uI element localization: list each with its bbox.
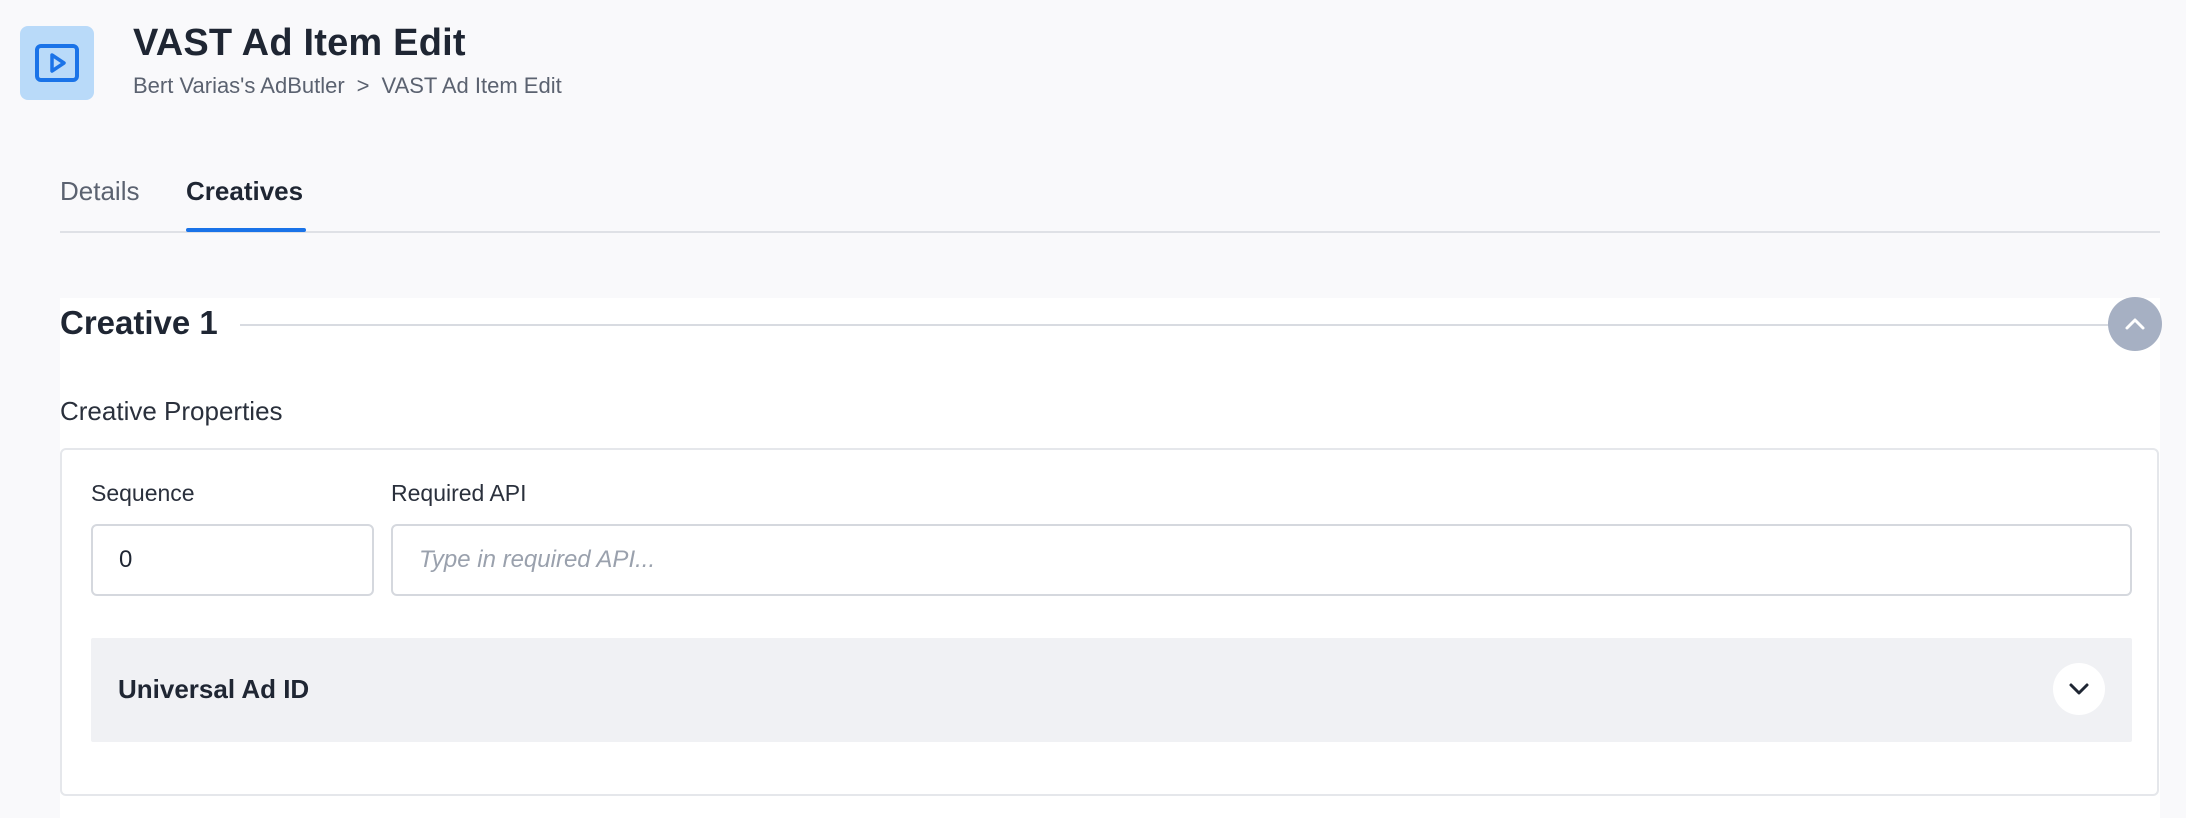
tab-bar: Details Creatives (60, 170, 2160, 233)
tab-creatives[interactable]: Creatives (186, 176, 303, 207)
page-title: VAST Ad Item Edit (133, 22, 466, 64)
chevron-up-icon (2125, 318, 2145, 330)
breadcrumb-parent[interactable]: Bert Varias's AdButler (133, 73, 345, 99)
universal-ad-id-row[interactable]: Universal Ad ID (91, 638, 2132, 742)
tab-details[interactable]: Details (60, 176, 139, 207)
expand-universal-ad-id-button[interactable] (2053, 663, 2105, 715)
sequence-input[interactable] (91, 524, 374, 596)
creative-section: Creative 1 Creative Properties Sequence … (60, 297, 2162, 818)
sequence-label: Sequence (91, 480, 195, 506)
required-api-label: Required API (391, 480, 527, 506)
breadcrumb-current: VAST Ad Item Edit (381, 73, 562, 98)
chevron-down-icon (2069, 683, 2089, 695)
creative-properties-heading: Creative Properties (60, 396, 283, 426)
breadcrumb-separator: > (356, 73, 370, 98)
required-api-input[interactable] (391, 524, 2132, 596)
collapse-creative-button[interactable] (2108, 297, 2162, 351)
creative-properties-panel: Sequence Required API Universal Ad ID (60, 448, 2159, 796)
creative-title: Creative 1 (60, 304, 218, 341)
creative-divider (240, 324, 2147, 326)
breadcrumb: Bert Varias's AdButler > VAST Ad Item Ed… (133, 73, 562, 99)
page: VAST Ad Item Edit Bert Varias's AdButler… (0, 0, 2186, 818)
play-icon (20, 26, 94, 100)
universal-ad-id-label: Universal Ad ID (118, 674, 310, 704)
active-tab-indicator (186, 228, 306, 232)
